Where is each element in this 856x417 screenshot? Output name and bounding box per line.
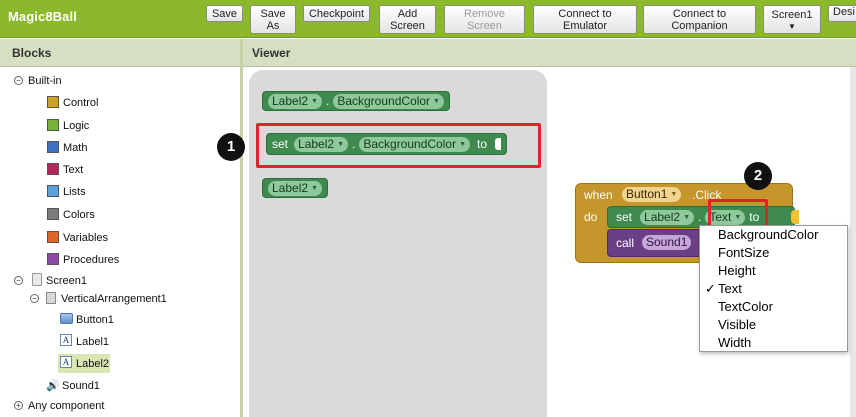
menu-item-width[interactable]: Width [700, 334, 849, 352]
chevron-down-icon: ▼ [311, 97, 318, 105]
blocks-panel-title: Blocks [12, 46, 52, 60]
variables-swatch-icon [47, 231, 59, 243]
blocks-tree [0, 67, 240, 417]
callout-badge-1: 1 [217, 133, 245, 161]
component-dropdown[interactable]: Label2 ▼ [640, 209, 694, 225]
component-dropdown[interactable]: Label2 ▼ [268, 93, 322, 109]
component-dropdown[interactable]: Button1 ▼ [622, 187, 682, 202]
checkpoint-button[interactable]: Checkpoint [303, 5, 370, 22]
speaker-icon: 🔊 [46, 380, 60, 392]
expand-icon[interactable]: + [14, 401, 23, 410]
chevron-down-icon: ▼ [670, 191, 678, 198]
vertical-arrangement-icon [46, 292, 56, 304]
menu-item-textcolor[interactable]: TextColor [700, 298, 849, 316]
control-swatch-icon [47, 96, 59, 108]
lists-swatch-icon [47, 185, 59, 197]
sound1-call-block[interactable]: call Sound1 [607, 229, 702, 257]
math-swatch-icon [47, 141, 59, 153]
menu-item-visible[interactable]: Visible [700, 316, 849, 334]
screen-icon [32, 273, 42, 286]
add-screen-button[interactable]: Add Screen [379, 5, 436, 34]
colors-swatch-icon [47, 208, 59, 220]
connect-companion-button[interactable]: Connect to Companion [643, 5, 756, 34]
viewer-panel-title: Viewer [252, 46, 291, 60]
chevron-down-icon: ▼ [683, 213, 690, 221]
save-button[interactable]: Save [206, 5, 243, 22]
screen-select-dropdown[interactable]: Screen1 ▼ [763, 5, 821, 34]
designer-button[interactable]: Desi [828, 5, 856, 22]
panel-headers: Blocks Viewer [0, 39, 856, 67]
procedures-swatch-icon [47, 253, 59, 265]
viewer-scrollbar[interactable] [850, 67, 856, 417]
text-swatch-icon [47, 163, 59, 175]
save-as-button[interactable]: Save As [250, 5, 296, 34]
collapse-icon[interactable]: − [14, 276, 23, 285]
chevron-down-icon: ▼ [311, 184, 318, 192]
menu-item-fontsize[interactable]: FontSize [700, 244, 849, 262]
callout-badge-2: 2 [744, 162, 772, 190]
component-dropdown[interactable]: Label2 ▼ [268, 180, 322, 196]
property-dropdown[interactable]: BackgroundColor ▼ [333, 93, 444, 109]
menu-item-backgroundcolor[interactable]: BackgroundColor [700, 226, 849, 244]
checkmark-icon: ✓ [705, 281, 716, 296]
label2-component-block[interactable]: Label2 ▼ [262, 178, 328, 198]
value-socket [791, 210, 799, 224]
label-component-icon: A [60, 334, 72, 346]
component-dropdown[interactable]: Sound1 [642, 235, 692, 250]
top-toolbar: Magic8Ball Save Save As Checkpoint Add S… [0, 0, 856, 38]
label2-backgroundcolor-getter-block[interactable]: Label2 ▼ . BackgroundColor ▼ [262, 91, 450, 111]
highlight-box-setter [256, 123, 541, 168]
app-title: Magic8Ball [8, 9, 77, 24]
chevron-down-icon: ▼ [788, 21, 796, 31]
connect-emulator-button[interactable]: Connect to Emulator [533, 5, 637, 34]
menu-item-text[interactable]: ✓ Text [700, 280, 849, 298]
remove-screen-button[interactable]: Remove Screen [444, 5, 525, 34]
menu-item-height[interactable]: Height [700, 262, 849, 280]
logic-swatch-icon [47, 119, 59, 131]
collapse-icon[interactable]: − [14, 76, 23, 85]
chevron-down-icon: ▼ [433, 97, 440, 105]
collapse-icon[interactable]: − [30, 294, 39, 303]
property-dropdown-menu: BackgroundColor FontSize Height ✓ Text T… [699, 225, 848, 352]
label-component-icon: A [60, 356, 72, 368]
button-component-icon [60, 313, 73, 324]
